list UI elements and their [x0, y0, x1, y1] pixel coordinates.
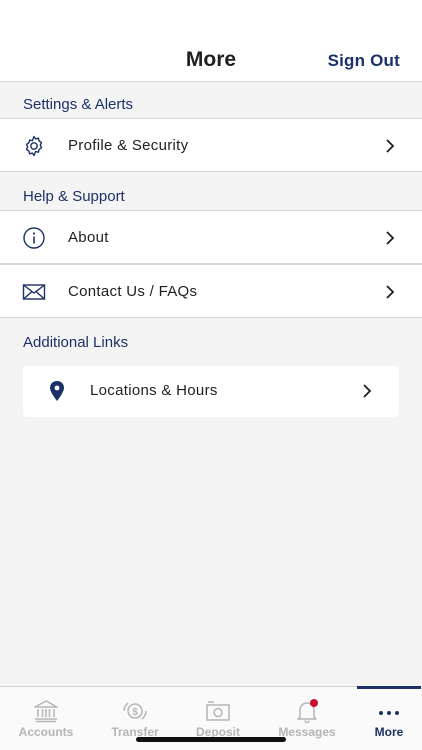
locations-hours-label: Locations & Hours	[90, 382, 218, 399]
notification-badge	[310, 699, 318, 707]
chevron-right-icon	[386, 285, 395, 299]
contact-faqs-row[interactable]: Contact Us / FAQs	[0, 264, 422, 318]
bell-icon	[297, 699, 318, 723]
more-dots-icon	[379, 711, 399, 715]
transfer-dollar-icon: $	[123, 702, 147, 720]
camera-icon	[206, 701, 230, 721]
envelope-icon	[22, 284, 46, 300]
section-label-settings: Settings & Alerts	[23, 96, 134, 113]
header-bar: More Sign Out	[0, 0, 422, 82]
tab-accounts-label: Accounts	[18, 725, 74, 739]
about-label: About	[68, 229, 109, 246]
svg-text:$: $	[132, 707, 138, 718]
tab-accounts[interactable]: Accounts	[4, 687, 88, 750]
chevron-right-icon	[386, 139, 395, 153]
home-indicator	[136, 737, 286, 742]
section-label-links: Additional Links	[23, 334, 129, 351]
gear-icon	[25, 135, 43, 157]
locations-hours-card[interactable]: Locations & Hours	[23, 366, 399, 417]
section-label-help: Help & Support	[23, 188, 125, 205]
profile-security-label: Profile & Security	[68, 137, 189, 154]
bank-icon	[34, 700, 58, 723]
tab-more-label: More	[374, 725, 404, 739]
location-pin-icon	[50, 381, 64, 401]
chevron-right-icon	[363, 384, 372, 398]
chevron-right-icon	[386, 231, 395, 245]
tab-more[interactable]: More	[347, 686, 422, 750]
contact-faqs-label: Contact Us / FAQs	[68, 283, 198, 300]
info-icon	[23, 227, 45, 249]
about-row[interactable]: About	[0, 210, 422, 264]
profile-security-row[interactable]: Profile & Security	[0, 118, 422, 172]
active-tab-indicator	[357, 686, 421, 689]
sign-out-button[interactable]: Sign Out	[328, 51, 400, 71]
